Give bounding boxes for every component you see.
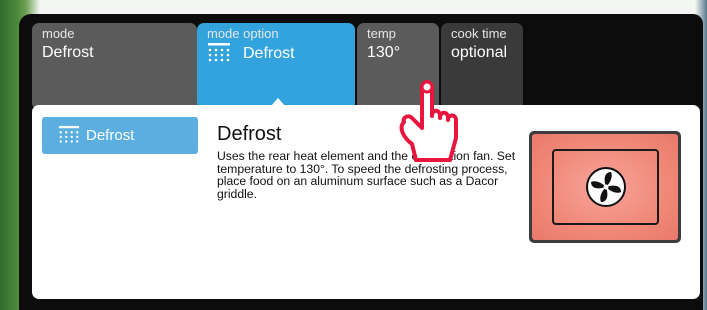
tab-mode-value: Defrost [42, 44, 94, 61]
defrost-icon [58, 125, 80, 143]
convection-fan-icon [585, 167, 626, 207]
tab-mode[interactable]: mode Defrost [32, 23, 197, 110]
oven-control-frame: mode Defrost mode option Defrost temp 13… [19, 14, 703, 310]
tab-temp-value: 130° [367, 44, 401, 61]
mode-description: Uses the rear heat element and the conve… [217, 149, 516, 201]
tap-hand-icon [399, 80, 458, 162]
defrost-option-chip[interactable]: Defrost [42, 117, 198, 154]
tab-cook-time-label: cook time [451, 26, 507, 41]
mode-detail-panel: Defrost Defrost Uses the rear heat eleme… [32, 105, 700, 299]
start-convection-button-face [532, 134, 678, 240]
tab-temp-label: temp [367, 26, 396, 41]
start-convection-button[interactable] [529, 131, 681, 243]
tab-mode-option-value: Defrost [243, 45, 295, 62]
defrost-icon [208, 43, 230, 62]
oven-window-outline [552, 149, 659, 225]
mode-title: Defrost [217, 123, 282, 145]
tab-mode-option-value-row: Defrost [207, 42, 355, 66]
tab-mode-option-label: mode option [207, 26, 279, 41]
tab-mode-label: mode [42, 26, 75, 41]
defrost-option-chip-label: Defrost [86, 127, 135, 144]
tab-cook-time-value: optional [451, 44, 508, 61]
tab-mode-option[interactable]: mode option Defrost [197, 23, 355, 110]
